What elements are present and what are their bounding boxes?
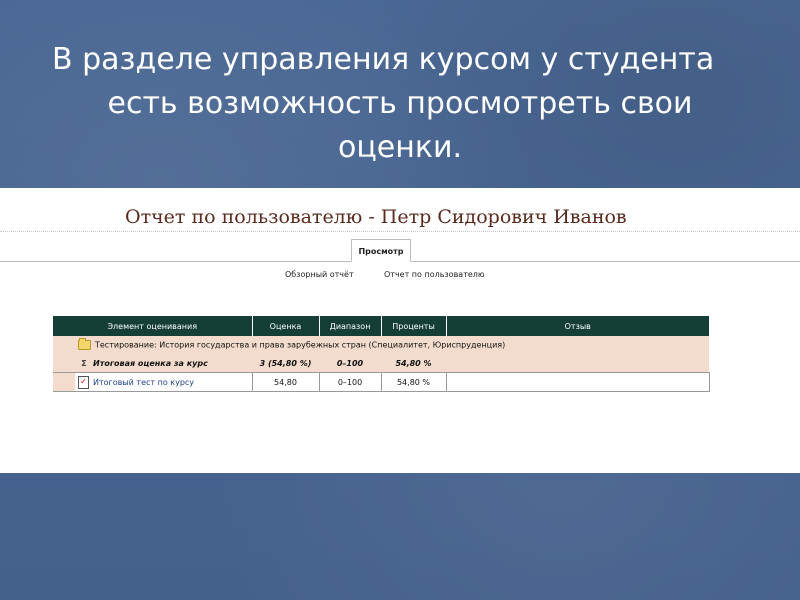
title-divider xyxy=(0,231,800,232)
subtab-user-report[interactable]: Отчет по пользователю xyxy=(384,270,485,279)
slide-title: В разделе управления курсом у студента е… xyxy=(40,38,760,170)
subtab-overview-report[interactable]: Обзорный отчёт xyxy=(285,270,354,279)
column-header-percent: Проценты xyxy=(381,316,447,336)
tab-view[interactable]: Просмотр xyxy=(351,239,411,262)
table-row: ✓ Итоговый тест по курсу 54,80 0–100 54,8… xyxy=(53,372,710,392)
column-header-item: Элемент оценивания xyxy=(53,316,253,336)
slide-title-line-1: В разделе управления курсом у студента xyxy=(52,42,715,77)
item-link[interactable]: Итоговый тест по курсу xyxy=(93,378,194,387)
item-percent: 54,80 % xyxy=(380,372,446,392)
report-title: Отчет по пользователю - Петр Сидорович И… xyxy=(125,206,627,228)
course-total-range: 0–100 xyxy=(319,354,381,373)
item-name-cell: ✓ Итоговый тест по курсу xyxy=(53,372,252,392)
slide-title-line-2: есть возможность просмотреть свои xyxy=(107,86,693,121)
category-cell: Тестирование: История государства и прав… xyxy=(53,336,709,354)
item-feedback xyxy=(445,372,710,392)
course-total-name: Итоговая оценка за курс xyxy=(93,358,208,368)
category-row: Тестирование: История государства и прав… xyxy=(53,336,709,354)
course-total-feedback xyxy=(446,354,709,373)
folder-icon xyxy=(78,338,91,350)
category-name: Тестирование: История государства и прав… xyxy=(95,340,506,350)
slide-title-line-3: оценки. xyxy=(338,130,462,165)
grades-table: Элемент оценивания Оценка Диапазон Проце… xyxy=(53,316,710,392)
course-total-grade: 3 (54,80 %) xyxy=(252,354,319,373)
sigma-icon: Σ xyxy=(81,358,87,368)
item-grade: 54,80 xyxy=(251,372,319,392)
course-total-name-cell: Σ Итоговая оценка за курс xyxy=(53,354,252,373)
column-header-feedback: Отзыв xyxy=(446,316,709,336)
grade-report-screenshot: Отчет по пользователю - Петр Сидорович И… xyxy=(0,188,800,473)
quiz-icon: ✓ xyxy=(78,375,89,389)
table-header-row: Элемент оценивания Оценка Диапазон Проце… xyxy=(53,316,709,336)
column-header-range: Диапазон xyxy=(319,316,382,336)
item-range: 0–100 xyxy=(318,372,381,392)
course-total-percent: 54,80 % xyxy=(381,354,446,373)
course-total-row: Σ Итоговая оценка за курс 3 (54,80 %) 0–1… xyxy=(53,354,709,373)
column-header-grade: Оценка xyxy=(252,316,320,336)
